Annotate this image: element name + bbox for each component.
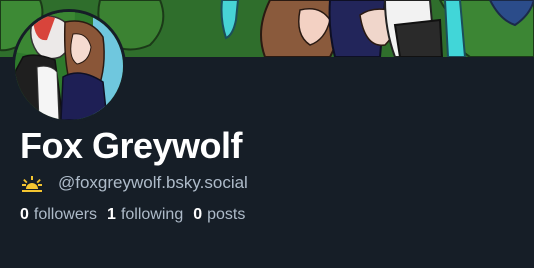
following-stat[interactable]: 1 following xyxy=(107,206,183,224)
profile-stats: 0 followers 1 following 0 posts xyxy=(20,204,255,226)
avatar[interactable] xyxy=(12,9,126,123)
followers-stat[interactable]: 0 followers xyxy=(20,206,97,224)
display-name: Fox Greywolf xyxy=(20,125,243,166)
profile-handle: @foxgreywolf.bsky.social xyxy=(58,173,248,192)
profile-header: Fox Greywolf @foxgreywolf.bsky.social 0 … xyxy=(0,0,534,268)
sun-icon xyxy=(20,173,44,193)
followers-count: 0 xyxy=(20,206,29,223)
following-count: 1 xyxy=(107,206,116,223)
posts-count: 0 xyxy=(193,206,203,223)
following-label: following xyxy=(120,206,184,223)
posts-label: posts xyxy=(207,206,246,223)
posts-stat: 0 posts xyxy=(193,206,245,224)
followers-label: followers xyxy=(33,206,98,223)
handle-row: @foxgreywolf.bsky.social xyxy=(20,172,248,194)
